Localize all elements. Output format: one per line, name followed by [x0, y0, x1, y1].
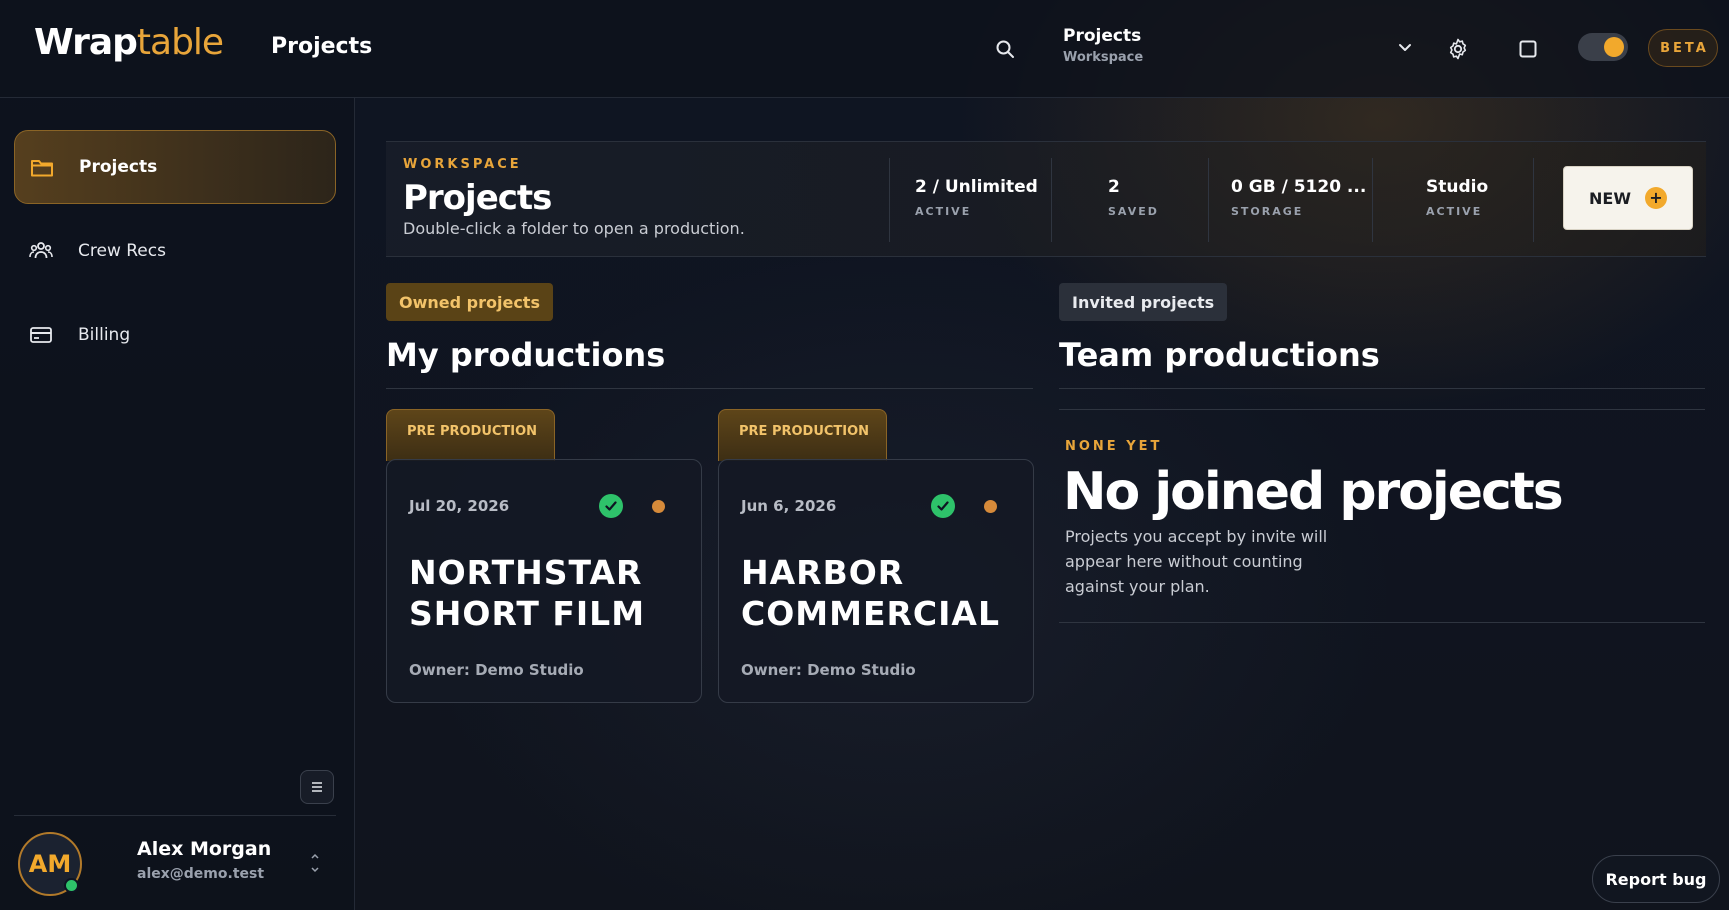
user-name: Alex Morgan: [137, 838, 272, 860]
stat-value: 2: [1108, 177, 1120, 197]
stat-label: ACTIVE: [1426, 205, 1483, 218]
stat-label: STORAGE: [1231, 205, 1304, 218]
stat-divider: [1051, 158, 1052, 242]
chevron-down-icon: [1399, 44, 1411, 51]
project-date: Jul 20, 2026: [409, 497, 510, 515]
status-dot: [652, 500, 665, 513]
project-stage-tab[interactable]: PRE PRODUCTION: [718, 409, 887, 461]
stat-value: 2 / Unlimited: [915, 177, 1038, 197]
project-owner: Owner: Demo Studio: [409, 661, 584, 679]
stat-divider: [1372, 158, 1373, 242]
check-icon: [931, 494, 955, 518]
empty-state-divider: [1059, 622, 1705, 623]
stat-storage: 0 GB / 5120 ... STORAGE: [1231, 177, 1366, 218]
status-dot: [984, 500, 997, 513]
page-title: Projects: [271, 34, 373, 59]
settings-button[interactable]: [1442, 33, 1474, 65]
logo-accent: table: [136, 22, 224, 63]
owned-projects-pill: Owned projects: [386, 283, 553, 321]
invited-projects-pill: Invited projects: [1059, 283, 1228, 321]
sidebar-item-label: Projects: [79, 157, 158, 177]
project-card[interactable]: Jun 6, 2026 HARBOR COMMERCIAL Owner: Dem…: [718, 459, 1034, 703]
empty-state-eyebrow: NONE YET: [1065, 439, 1163, 454]
project-name: NORTHSTAR SHORT FILM: [409, 553, 646, 633]
folder-icon: [29, 154, 55, 180]
plus-icon: +: [1644, 187, 1667, 209]
workspace-switcher-title: Projects: [1063, 26, 1142, 46]
section-divider: [1059, 388, 1705, 389]
empty-state-text: Projects you accept by invite will appea…: [1065, 527, 1328, 596]
top-bar: Wraptable Projects Projects Workspace BE…: [0, 0, 1729, 98]
user-menu[interactable]: AM Alex Morgan alex@demo.test: [18, 832, 338, 902]
workspace-eyebrow: WORKSPACE: [403, 157, 522, 172]
sidebar-item-billing[interactable]: Billing: [14, 298, 336, 372]
project-name: HARBOR COMMERCIAL: [741, 553, 1000, 633]
workspace-switcher-subtitle: Workspace: [1063, 50, 1144, 65]
team-productions-title: Team productions: [1059, 336, 1380, 374]
menu-icon: [312, 782, 322, 792]
search-icon: [996, 40, 1014, 58]
window-button[interactable]: [1512, 33, 1544, 65]
stat-divider: [1533, 158, 1534, 242]
stat-active-projects: 2 / Unlimited ACTIVE: [915, 177, 1038, 218]
empty-state-divider: [1059, 409, 1705, 410]
stat-plan: Studio ACTIVE: [1426, 177, 1488, 218]
sidebar-divider: [14, 815, 336, 816]
square-icon: [1519, 40, 1537, 58]
stat-divider: [889, 158, 890, 242]
sidebar-item-projects[interactable]: Projects: [14, 130, 336, 204]
stat-label: SAVED: [1108, 205, 1159, 218]
card-icon: [28, 322, 54, 348]
sidebar-item-label: Crew Recs: [78, 241, 166, 261]
project-card[interactable]: Jul 20, 2026 NORTHSTAR SHORT FILM Owner:…: [386, 459, 702, 703]
stat-value: 0 GB / 5120 ...: [1231, 177, 1367, 197]
workspace-switcher[interactable]: Projects Workspace: [1063, 26, 1415, 70]
logo-main: Wrap: [34, 22, 138, 63]
chevron-updown-icon: [311, 853, 319, 873]
gear-icon: [1449, 38, 1467, 60]
section-divider: [386, 388, 1033, 389]
sidebar-item-crew-recs[interactable]: Crew Recs: [14, 214, 336, 288]
theme-toggle[interactable]: [1578, 33, 1628, 61]
beta-badge: BETA: [1648, 29, 1718, 67]
stat-saved: 2 SAVED: [1108, 177, 1159, 218]
report-bug-button[interactable]: Report bug: [1592, 855, 1720, 903]
online-status-dot: [64, 878, 79, 893]
stat-value: Studio: [1426, 177, 1489, 197]
project-owner: Owner: Demo Studio: [741, 661, 916, 679]
user-email: alex@demo.test: [137, 866, 265, 882]
people-icon: [28, 238, 54, 264]
search-button[interactable]: [990, 34, 1020, 64]
new-project-button[interactable]: NEW +: [1563, 166, 1693, 230]
sidebar-menu-button[interactable]: [300, 770, 334, 804]
sidebar-item-label: Billing: [78, 325, 131, 345]
app-logo[interactable]: Wraptable: [34, 22, 224, 63]
sidebar: Projects Crew Recs Billing AM Alex Morga…: [0, 98, 355, 910]
stat-divider: [1208, 158, 1209, 242]
check-icon: [599, 494, 623, 518]
workspace-header: WORKSPACE Projects Double-click a folder…: [386, 141, 1706, 257]
stat-label: ACTIVE: [915, 205, 972, 218]
toggle-knob: [1604, 37, 1624, 57]
empty-state-title: No joined projects: [1063, 462, 1564, 522]
workspace-subtitle: Double-click a folder to open a producti…: [403, 219, 745, 238]
workspace-title: Projects: [403, 178, 552, 218]
new-button-label: NEW: [1589, 188, 1631, 208]
my-productions-title: My productions: [386, 336, 666, 374]
project-stage-tab[interactable]: PRE PRODUCTION: [386, 409, 555, 461]
project-date: Jun 6, 2026: [741, 497, 837, 515]
